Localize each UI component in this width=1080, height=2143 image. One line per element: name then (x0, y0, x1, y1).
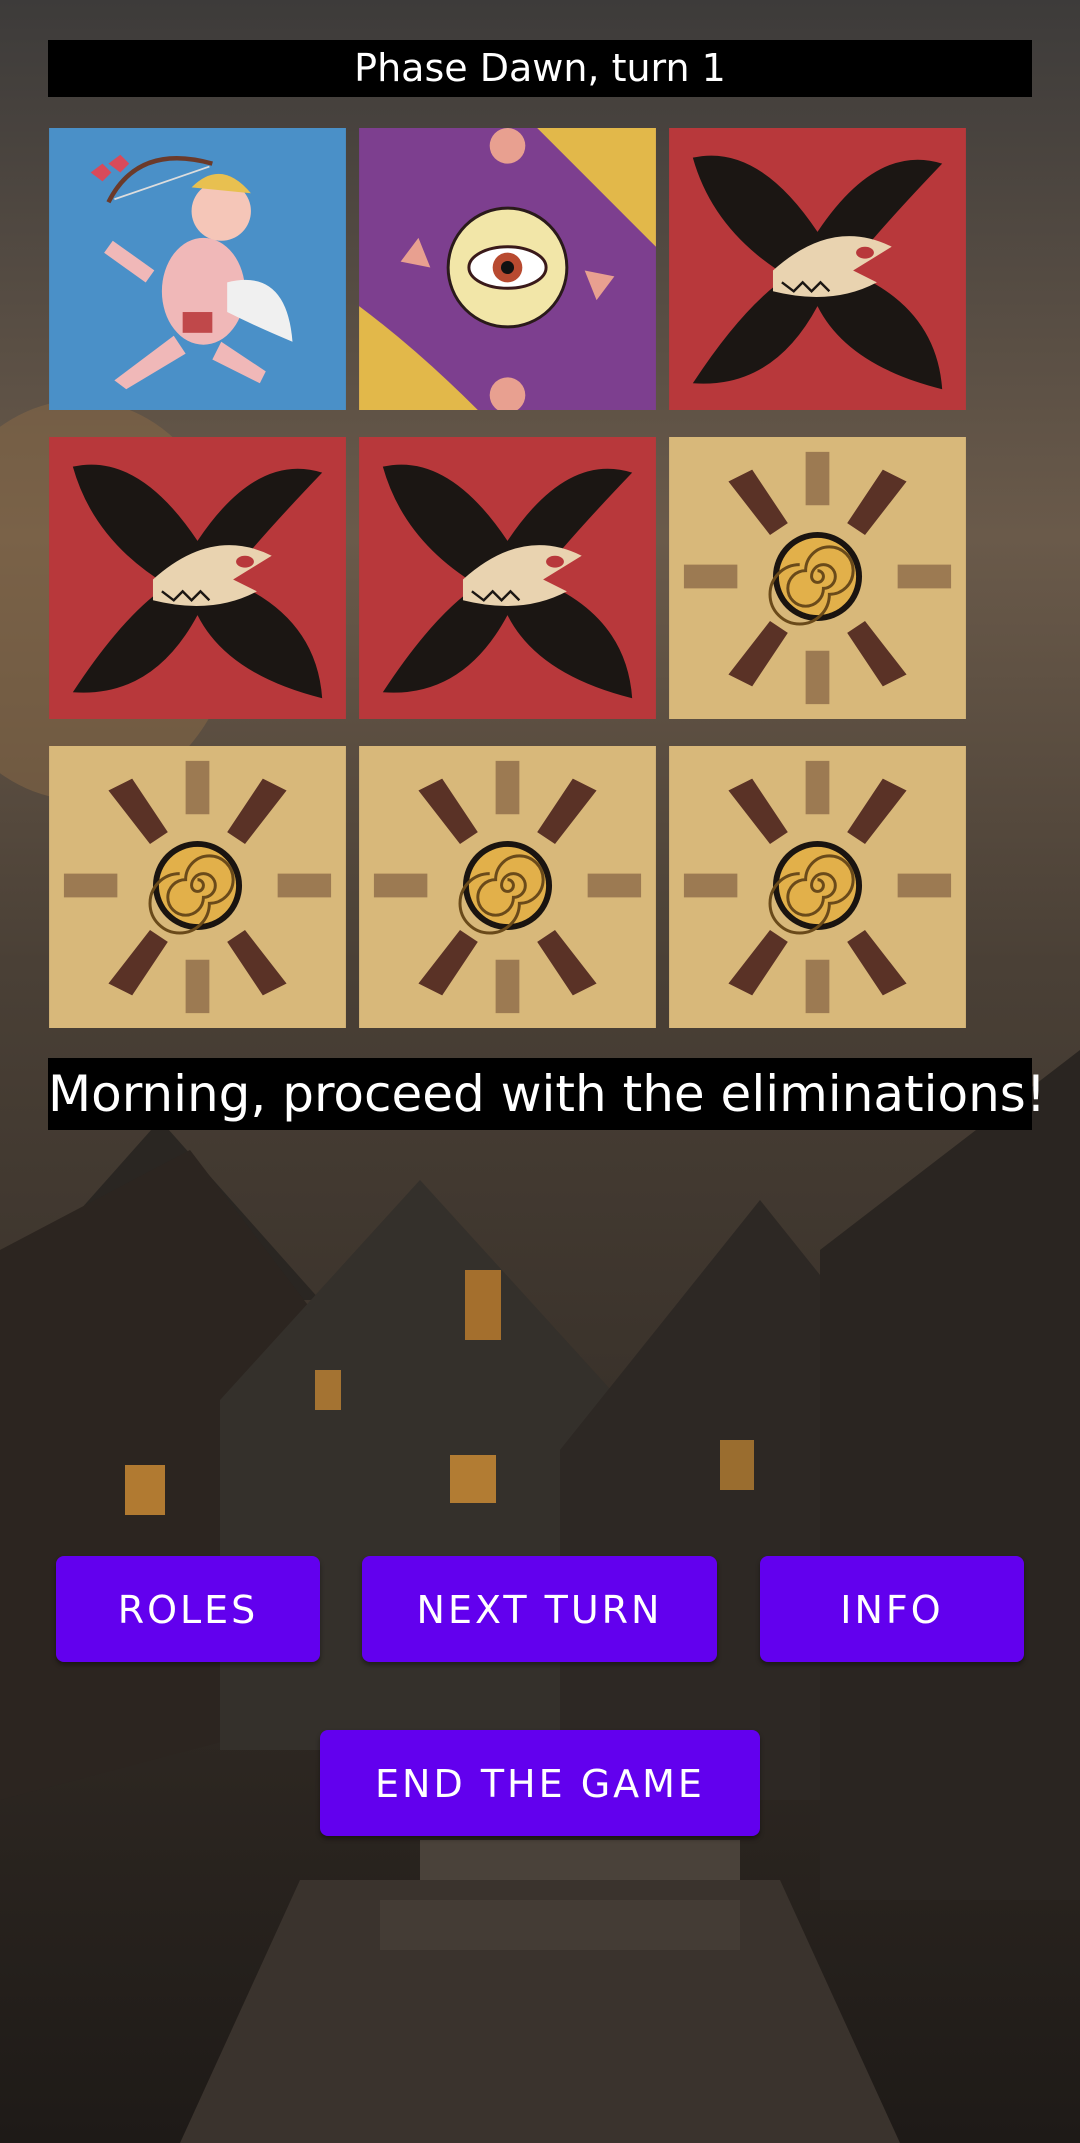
status-message: Morning, proceed with the eliminations! (48, 1058, 1046, 1130)
villager-spiral-card-icon (669, 437, 966, 719)
phase-title: Phase Dawn, turn 1 (48, 40, 1032, 97)
role-card-werewolf[interactable] (359, 437, 656, 719)
werewolf-card-icon (49, 437, 346, 719)
roles-button[interactable]: ROLES (56, 1556, 320, 1662)
seer-eye-card-icon (359, 128, 656, 410)
role-card-werewolf[interactable] (669, 128, 966, 410)
cupid-card-icon (49, 128, 346, 410)
villager-spiral-card-icon (669, 746, 966, 1028)
role-card-villager[interactable] (49, 746, 346, 1028)
end-game-button[interactable]: END THE GAME (320, 1730, 760, 1836)
role-card-villager[interactable] (669, 437, 966, 719)
role-card-werewolf[interactable] (49, 437, 346, 719)
role-card-cupid[interactable] (49, 128, 346, 410)
werewolf-card-icon (669, 128, 966, 410)
next-turn-button[interactable]: NEXT TURN (362, 1556, 717, 1662)
role-card-villager[interactable] (669, 746, 966, 1028)
villager-spiral-card-icon (49, 746, 346, 1028)
werewolf-card-icon (359, 437, 656, 719)
role-card-seer[interactable] (359, 128, 656, 410)
villager-spiral-card-icon (359, 746, 656, 1028)
info-button[interactable]: INFO (760, 1556, 1024, 1662)
role-card-villager[interactable] (359, 746, 656, 1028)
